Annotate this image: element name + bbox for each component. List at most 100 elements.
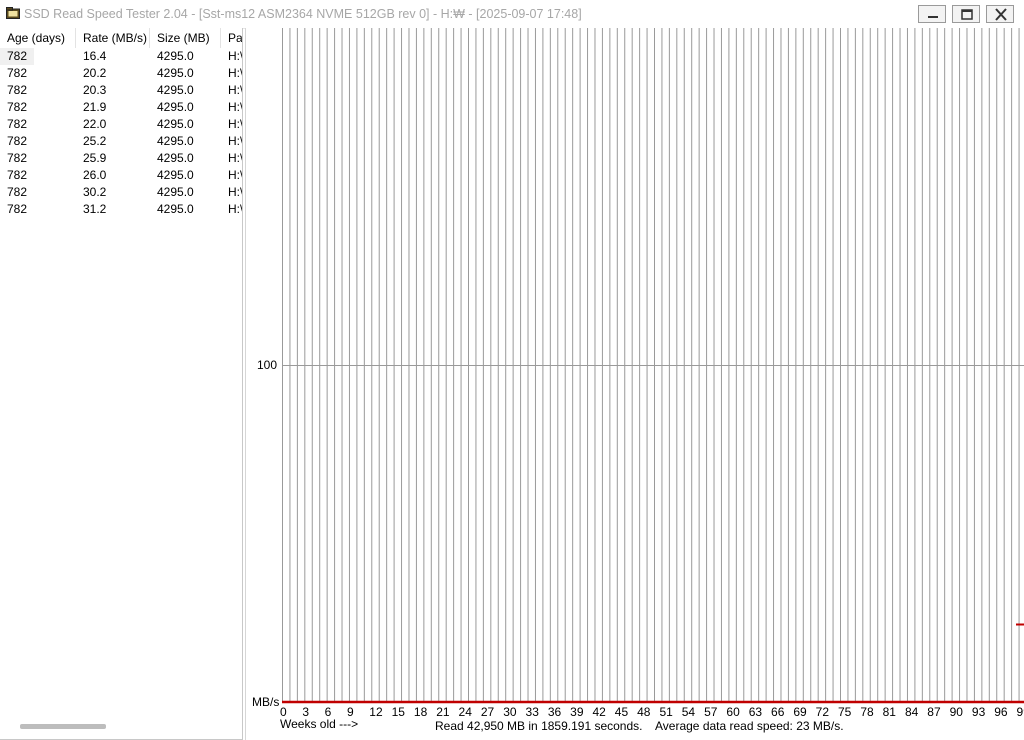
path-cell: H:\	[228, 100, 243, 114]
rate-cell: 26.0	[83, 168, 107, 182]
size-cell: 4295.0	[157, 168, 194, 182]
size-cell: 4295.0	[157, 151, 194, 165]
maximize-button[interactable]	[952, 5, 980, 23]
x-tick-label: 63	[749, 705, 763, 719]
rate-cell: 21.9	[83, 100, 107, 114]
rate-cell: 25.9	[83, 151, 107, 165]
average-speed-text: Average data read speed: 23 MB/s.	[655, 719, 844, 733]
x-tick-label: 48	[637, 705, 651, 719]
y-tick-label: 100	[257, 358, 277, 372]
x-axis-label: Weeks old --->	[280, 717, 359, 731]
path-cell: H:\	[228, 202, 243, 216]
size-cell: 4295.0	[157, 134, 194, 148]
x-tick-label: 12	[369, 705, 383, 719]
x-tick-label: 87	[927, 705, 941, 719]
x-tick-label: 84	[905, 705, 919, 719]
size-cell: 4295.0	[157, 66, 194, 80]
x-tick-label: 78	[860, 705, 874, 719]
size-cell: 4295.0	[157, 202, 194, 216]
column-header-size[interactable]: Size (MB)	[150, 28, 221, 48]
size-cell: 4295.0	[157, 49, 194, 63]
size-cell: 4295.0	[157, 83, 194, 97]
x-tick-label: 96	[994, 705, 1008, 719]
rate-cell: 16.4	[83, 49, 107, 63]
speed-chart: 100MB/s0 3 6 9 12 15 18 21 24 27 30 33 36 39 42 45 48 51 5…	[252, 28, 1024, 719]
table-row[interactable]: 782 22.0 4295.0 H:\	[0, 116, 243, 133]
path-cell: H:\	[228, 66, 243, 80]
x-tick-label: 33	[526, 705, 540, 719]
path-cell: H:\	[228, 151, 243, 165]
x-tick-label: 27	[481, 705, 495, 719]
x-tick-label: 75	[838, 705, 852, 719]
table-row[interactable]: 782 25.2 4295.0 H:\	[0, 133, 243, 150]
age-cell: 782	[7, 83, 28, 97]
x-tick-label: 42	[592, 705, 606, 719]
x-tick-label: 30	[503, 705, 517, 719]
path-cell: H:\	[228, 117, 243, 131]
x-tick-label: 54	[682, 705, 696, 719]
x-tick-label: 81	[883, 705, 897, 719]
read-summary-text: Read 42,950 MB in 1859.191 seconds.	[435, 719, 643, 733]
x-tick-label: 90	[950, 705, 964, 719]
rate-cell: 25.2	[83, 134, 107, 148]
x-tick-label: 15	[392, 705, 406, 719]
x-tick-label: 60	[726, 705, 740, 719]
age-cell: 782	[7, 202, 28, 216]
size-cell: 4295.0	[157, 117, 194, 131]
table-row[interactable]: 782 31.2 4295.0 H:\	[0, 201, 243, 218]
x-tick-label: 93	[972, 705, 986, 719]
minimize-button[interactable]	[918, 5, 946, 23]
x-tick-label: 21	[436, 705, 450, 719]
age-cell: 782	[7, 151, 28, 165]
table-row[interactable]: 782 26.0 4295.0 H:\	[0, 167, 243, 184]
folder-icon	[6, 7, 20, 19]
age-cell: 782	[7, 117, 28, 131]
x-tick-label: 66	[771, 705, 785, 719]
table-row[interactable]: 782 20.3 4295.0 H:\	[0, 82, 243, 99]
x-tick-label: 57	[704, 705, 718, 719]
y-axis-label: MB/s	[252, 695, 279, 709]
chart-panel: 100 MB/s 0 3 6 9 12 15 18 21 24 27 30 33 36 39 42 45 48 51 5…	[245, 28, 1024, 740]
size-cell: 4295.0	[157, 185, 194, 199]
path-cell: H:\	[228, 49, 243, 63]
table-row[interactable]: 782 30.2 4295.0 H:\	[0, 184, 243, 201]
minimize-icon	[928, 16, 938, 18]
age-cell: 782	[0, 48, 34, 65]
x-tick-label: 39	[570, 705, 584, 719]
size-cell: 4295.0	[157, 100, 194, 114]
path-cell: H:\	[228, 134, 243, 148]
x-tick-label: 45	[615, 705, 629, 719]
column-header-path[interactable]: Pat	[221, 28, 242, 48]
results-list[interactable]: Age (days) Rate (MB/s) Size (MB) Pat 782…	[0, 28, 243, 740]
x-tick-label: 69	[793, 705, 807, 719]
x-tick-label: 72	[816, 705, 830, 719]
table-row[interactable]: 782 20.2 4295.0 H:\	[0, 65, 243, 82]
table-row[interactable]: 782 25.9 4295.0 H:\	[0, 150, 243, 167]
x-tick-label: 18	[414, 705, 428, 719]
list-header: Age (days) Rate (MB/s) Size (MB) Pat	[0, 28, 242, 48]
maximize-icon	[961, 9, 973, 20]
close-icon	[995, 8, 1007, 21]
age-cell: 782	[7, 100, 28, 114]
x-tick-label: 51	[659, 705, 673, 719]
column-header-age[interactable]: Age (days)	[0, 28, 76, 48]
rate-cell: 20.3	[83, 83, 107, 97]
x-tick-label: 99	[1017, 705, 1024, 719]
path-cell: H:\	[228, 168, 243, 182]
age-cell: 782	[7, 66, 28, 80]
age-cell: 782	[7, 185, 28, 199]
rate-cell: 22.0	[83, 117, 107, 131]
path-cell: H:\	[228, 83, 243, 97]
table-row[interactable]: 782 16.4 4295.0 H:\	[0, 48, 243, 65]
column-header-rate[interactable]: Rate (MB/s)	[76, 28, 150, 48]
rate-cell: 30.2	[83, 185, 107, 199]
x-tick-label: 36	[548, 705, 562, 719]
title-bar: SSD Read Speed Tester 2.04 - [Sst-ms12 A…	[0, 0, 1024, 29]
horizontal-scrollbar-thumb[interactable]	[20, 724, 106, 729]
table-row[interactable]: 782 21.9 4295.0 H:\	[0, 99, 243, 116]
path-cell: H:\	[228, 185, 243, 199]
x-tick-label: 24	[459, 705, 473, 719]
close-button[interactable]	[986, 5, 1014, 23]
rate-cell: 31.2	[83, 202, 107, 216]
age-cell: 782	[7, 168, 28, 182]
